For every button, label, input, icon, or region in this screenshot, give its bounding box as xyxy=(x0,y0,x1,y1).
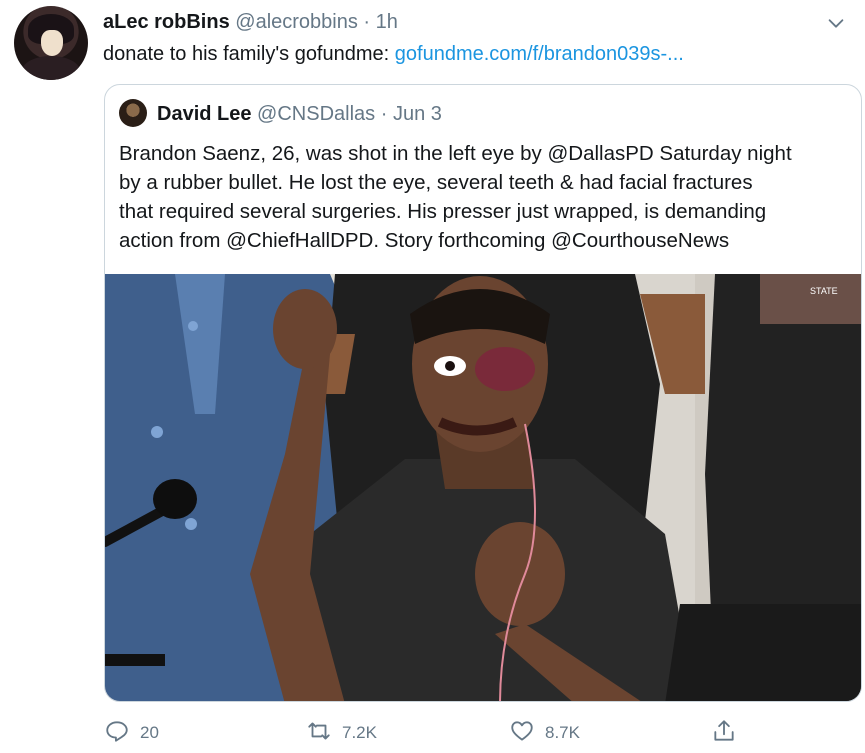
like-count: 8.7K xyxy=(545,723,580,742)
reply-icon xyxy=(104,718,130,749)
like-icon xyxy=(509,718,535,749)
quoted-text-line: that required several surgeries. His pre… xyxy=(119,200,767,223)
quoted-text-line: Brandon Saenz, 26, was shot in the left … xyxy=(119,142,792,165)
tweet-text-body: donate to his family's gofundme: xyxy=(103,43,395,65)
retweet-count: 7.2K xyxy=(342,723,377,742)
press-conference-photo[interactable]: STATE xyxy=(105,274,861,701)
quoted-text: Brandon Saenz, 26, was shot in the left … xyxy=(119,139,854,255)
share-button[interactable] xyxy=(711,716,737,750)
quoted-tweet[interactable]: David Lee @CNSDallas · Jun 3 Brandon Sae… xyxy=(104,84,862,702)
quoted-header: David Lee @CNSDallas · Jun 3 xyxy=(157,102,442,126)
caret-down-icon[interactable] xyxy=(825,12,847,34)
timestamp[interactable]: 1h xyxy=(376,11,398,33)
avatar[interactable] xyxy=(14,6,88,80)
share-icon xyxy=(711,718,737,749)
quoted-date: Jun 3 xyxy=(392,103,442,125)
action-bar: 20 7.2K 8.7K xyxy=(104,716,844,750)
quoted-handle: @CNSDallas xyxy=(257,103,376,125)
photo-sign-text: STATE xyxy=(810,286,838,296)
quoted-separator-dot: · xyxy=(380,103,388,125)
quoted-text-line: by a rubber bullet. He lost the eye, sev… xyxy=(119,171,753,194)
handle[interactable]: @alecrobbins xyxy=(235,11,358,33)
tweet-text: donate to his family's gofundme: gofundm… xyxy=(103,42,684,66)
retweet-icon xyxy=(306,718,332,749)
quoted-text-line: action from @ChiefHallDPD. Story forthco… xyxy=(119,229,730,252)
quoted-avatar xyxy=(119,99,147,127)
reply-count: 20 xyxy=(140,723,159,742)
display-name[interactable]: aLec robBins xyxy=(103,11,230,33)
reply-button[interactable]: 20 xyxy=(104,716,159,750)
like-button[interactable]: 8.7K xyxy=(509,716,580,750)
retweet-button[interactable]: 7.2K xyxy=(306,716,377,750)
tweet-header: aLec robBins @alecrobbins · 1h xyxy=(103,10,398,34)
gofundme-link[interactable]: gofundme.com/f/brandon039s-... xyxy=(395,43,684,65)
quoted-display-name: David Lee xyxy=(157,103,252,125)
separator-dot: · xyxy=(363,11,371,33)
